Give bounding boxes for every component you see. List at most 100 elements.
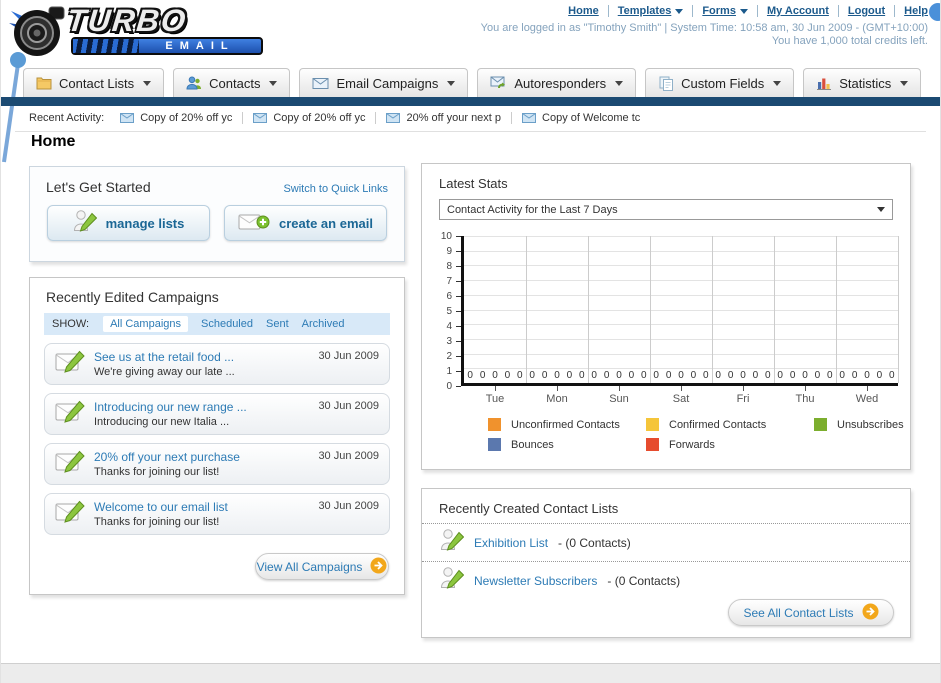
y-tick-label: 0: [446, 381, 452, 392]
contact-lists-panel: Recently Created Contact Lists Exhibitio…: [421, 488, 911, 638]
legend-label: Confirmed Contacts: [669, 418, 767, 431]
contact-list-item[interactable]: Newsletter Subscribers - (0 Contacts): [422, 561, 910, 599]
header-link-logout[interactable]: Logout: [848, 5, 896, 17]
campaign-title-link[interactable]: Welcome to our email list: [94, 500, 228, 514]
campaign-title-link[interactable]: Introducing our new range ...: [94, 400, 247, 414]
tab-statistics[interactable]: Statistics: [803, 68, 922, 97]
list-icon-wrap: [440, 566, 465, 595]
recent-activity-item[interactable]: Copy of 20% off yc: [120, 111, 244, 124]
switch-to-quick-links[interactable]: Switch to Quick Links: [283, 183, 388, 195]
filter-scheduled[interactable]: Scheduled: [201, 318, 253, 330]
y-tick-label: 3: [446, 336, 452, 347]
contact-list-item[interactable]: Exhibition List - (0 Contacts): [422, 523, 910, 561]
legend-label: Unsubscribes: [837, 418, 904, 431]
filter-archived[interactable]: Archived: [302, 318, 345, 330]
legend-item: Forwards: [646, 438, 814, 451]
chart-value-label: 0: [479, 370, 486, 381]
gridline: [464, 324, 898, 326]
envelope-icon: [253, 112, 268, 123]
recent-activity-item[interactable]: Copy of Welcome tc: [522, 112, 650, 124]
logo-text-email: EMAIL: [165, 40, 235, 52]
campaign-icon-wrap: [55, 400, 85, 429]
chart-x-axis: Tue Mon Sun Sat Fri Thu Wed: [464, 386, 898, 405]
header-link-forms[interactable]: Forms: [702, 5, 758, 17]
tab-autoresponders[interactable]: Autoresponders: [477, 68, 637, 97]
chart-value-label: 0: [653, 370, 659, 381]
chart-value-label: 0: [467, 370, 473, 381]
chart-value-label: 0: [504, 370, 511, 381]
campaign-card[interactable]: See us at the retail food ... We're givi…: [44, 343, 390, 385]
y-tick-label: 9: [446, 246, 452, 257]
chevron-down-icon: [739, 8, 748, 14]
chart-value-label: 0: [777, 370, 783, 381]
recent-activity-label: Recent Activity:: [29, 111, 105, 124]
envelope-plus-icon: [238, 214, 270, 229]
x-tick-mark: [557, 386, 558, 391]
envelope-icon: [386, 112, 401, 123]
stats-period-dropdown[interactable]: Contact Activity for the Last 7 Days: [439, 199, 893, 220]
chart-value-label: 0: [641, 370, 647, 381]
x-tick-mark: [805, 386, 806, 391]
chevron-down-icon: [773, 80, 782, 86]
create-email-button[interactable]: create an email: [224, 205, 387, 241]
chevron-down-icon: [615, 80, 624, 86]
contact-activity-chart: 0 1 2 3 4 5 6 7 8 9 10 000000000000000000000000000…: [436, 231, 899, 405]
header-link-templates[interactable]: Templates: [618, 5, 694, 17]
tab-contacts[interactable]: Contacts: [173, 68, 291, 97]
navy-bar: [1, 97, 940, 106]
day-separator: [588, 236, 589, 383]
x-tick-mark: [619, 386, 620, 391]
contact-list-count: - (0 Contacts): [558, 535, 631, 550]
corner-balloon-decoration: [929, 3, 940, 21]
campaign-title-link[interactable]: See us at the retail food ...: [94, 350, 235, 364]
campaign-subtitle: We're giving away our late ...: [94, 366, 235, 378]
campaign-date: 30 Jun 2009: [318, 400, 379, 412]
show-label: SHOW:: [52, 318, 90, 330]
contact-lists-title: Recently Created Contact Lists: [439, 501, 619, 516]
header-link-help[interactable]: Help: [904, 5, 928, 17]
filter-all-campaigns[interactable]: All Campaigns: [103, 316, 188, 332]
campaign-title-link[interactable]: 20% off your next purchase: [94, 450, 240, 464]
contact-list-link[interactable]: Newsletter Subscribers: [474, 574, 597, 588]
contact-list-link[interactable]: Exhibition List: [474, 536, 548, 550]
chart-value-label: 0: [851, 370, 858, 381]
campaign-date: 30 Jun 2009: [318, 500, 379, 512]
x-tick-label: Sun: [588, 386, 650, 405]
campaign-card[interactable]: 20% off your next purchase Thanks for jo…: [44, 443, 390, 485]
x-tick-mark: [867, 386, 868, 391]
filter-sent[interactable]: Sent: [266, 318, 289, 330]
campaign-icon-wrap: [55, 450, 85, 479]
tab-email-campaigns[interactable]: Email Campaigns: [299, 68, 469, 97]
manage-lists-icon-wrap: [73, 209, 97, 238]
x-tick-mark: [495, 386, 496, 391]
header-link-my-account[interactable]: My Account: [767, 5, 839, 17]
y-tick-label: 7: [446, 276, 452, 287]
header-link-home[interactable]: Home: [568, 5, 609, 17]
chart-value-label: 0: [814, 370, 821, 381]
chart-value-label: 0: [541, 370, 548, 381]
get-started-title: Let's Get Started: [46, 179, 151, 195]
chart-value-label: 0: [839, 370, 845, 381]
tab-label: Autoresponders: [514, 75, 607, 91]
manage-lists-button[interactable]: manage lists: [47, 205, 210, 241]
tab-label: Custom Fields: [681, 75, 765, 91]
recent-activity-item[interactable]: 20% off your next p: [386, 111, 513, 124]
campaign-card[interactable]: Welcome to our email list Thanks for joi…: [44, 493, 390, 535]
view-all-campaigns-button[interactable]: View All Campaigns: [255, 553, 389, 580]
see-all-contact-lists-button[interactable]: See All Contact Lists: [728, 599, 894, 626]
chevron-down-icon: [900, 80, 909, 86]
arrow-icon-wrap: [862, 603, 879, 623]
campaign-list: See us at the retail food ... We're givi…: [30, 343, 404, 535]
legend-swatch: [814, 418, 827, 431]
campaign-card[interactable]: Introducing our new range ... Introducin…: [44, 393, 390, 435]
legend-label: Unconfirmed Contacts: [511, 418, 620, 431]
legend-swatch: [488, 418, 501, 431]
tab-custom-fields[interactable]: Custom Fields: [645, 68, 795, 97]
recent-activity-items: Copy of 20% off yc Copy of 20% off yc 20…: [120, 111, 660, 124]
pin-decoration: [2, 52, 26, 163]
app-window: TURBO EMAIL Home Templates Forms My Acco…: [0, 0, 941, 683]
logo: TURBO EMAIL: [9, 3, 271, 61]
tab-contact-lists[interactable]: Contact Lists: [23, 68, 165, 97]
recent-activity-item[interactable]: Copy of 20% off yc: [253, 111, 377, 124]
person-pencil-icon: [73, 209, 97, 232]
